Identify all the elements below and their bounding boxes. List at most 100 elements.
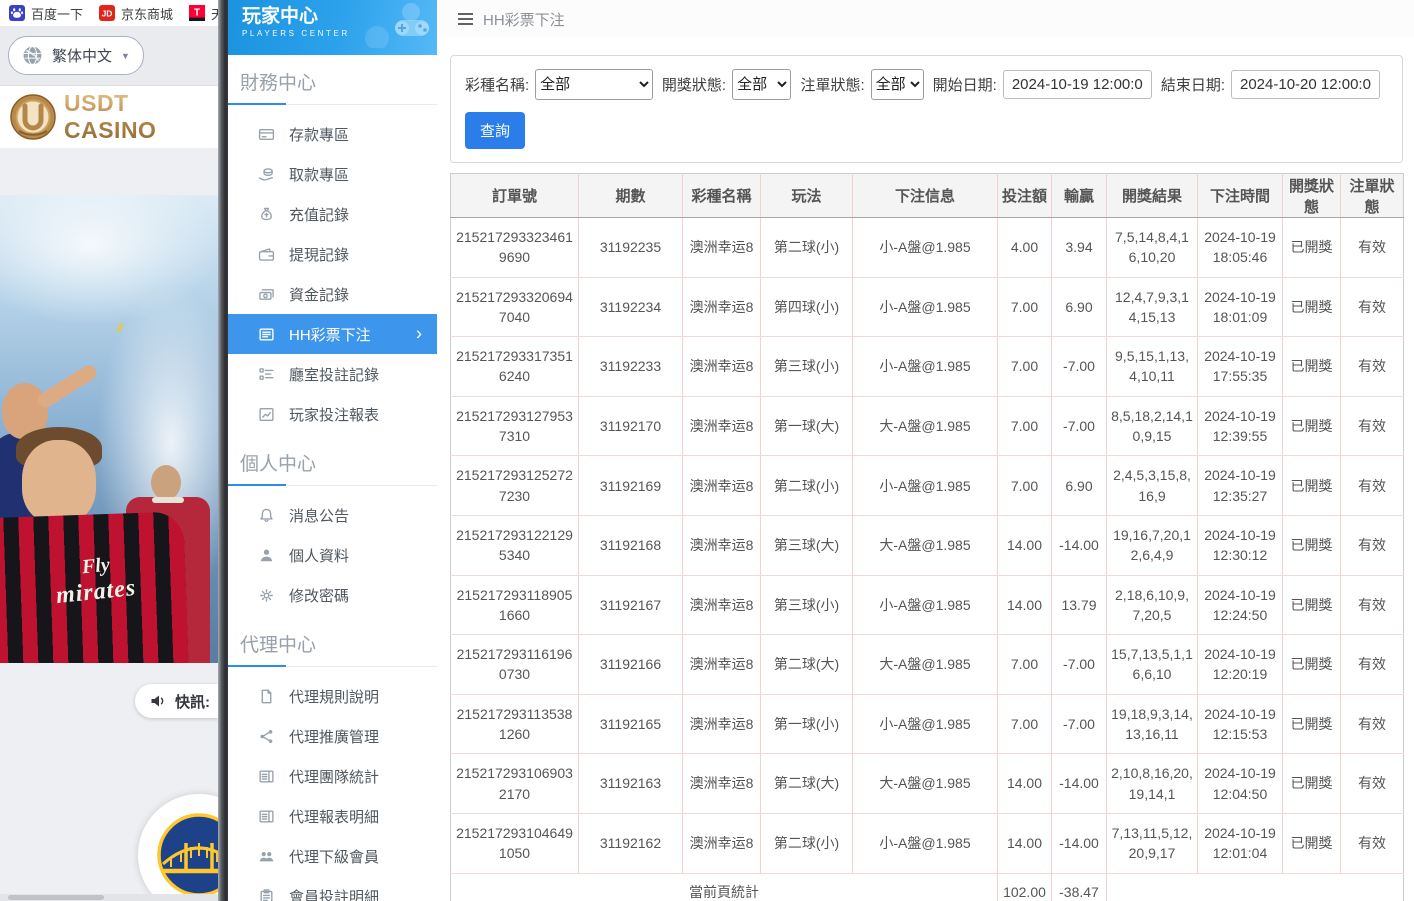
- play-type-cell: 第三球(小): [761, 337, 853, 397]
- win-loss-cell: 6.90: [1052, 277, 1107, 337]
- svg-text:T: T: [194, 8, 200, 19]
- play-type-cell: 第二球(大): [761, 635, 853, 695]
- sidebar-item[interactable]: 代理下級會員: [228, 836, 437, 876]
- sidebar-item[interactable]: 代理規則說明: [228, 676, 437, 716]
- bet-time-cell: 2024-10-19 12:24:50: [1198, 575, 1283, 635]
- bet-info-cell: 小-A盤@1.985: [853, 337, 998, 397]
- filter-select-order-status[interactable]: 全部: [871, 69, 924, 100]
- bet-time-cell: 2024-10-19 12:35:27: [1198, 456, 1283, 516]
- table-row: 215217293323461969031192235澳洲幸运8第二球(小)小-…: [451, 218, 1404, 278]
- win-loss-cell: -7.00: [1052, 396, 1107, 456]
- draw-result-cell: 2,18,6,10,9,7,20,5: [1107, 575, 1198, 635]
- main-content: HH彩票下注 彩種名稱:全部開獎狀態:全部注單狀態:全部開始日期:結束日期: 查…: [437, 0, 1414, 901]
- caret-down-icon: ▼: [121, 51, 130, 61]
- draw-result-cell: 19,16,7,20,12,6,4,9: [1107, 515, 1198, 575]
- lottery-name-cell: 澳洲幸运8: [683, 635, 761, 695]
- draw-status-cell: 已開獎: [1283, 337, 1341, 397]
- bookmark-item[interactable]: T 天猫: [189, 4, 218, 23]
- sidebar-item[interactable]: 消息公告: [228, 495, 437, 535]
- draw-result-cell: 19,18,9,3,14,13,16,11: [1107, 694, 1198, 754]
- draw-result-cell: 8,5,18,2,14,10,9,15: [1107, 396, 1198, 456]
- play-type-cell: 第三球(小): [761, 575, 853, 635]
- bookmark-item[interactable]: JD京东商城: [99, 4, 173, 23]
- filter-input-start-date[interactable]: [1003, 70, 1152, 99]
- sidebar-item[interactable]: 存款專區: [228, 114, 437, 154]
- sidebar-item[interactable]: 代理團隊統計: [228, 756, 437, 796]
- play-type-cell: 第二球(小): [761, 218, 853, 278]
- bet-time-cell: 2024-10-19 12:15:53: [1198, 694, 1283, 754]
- bank-card-icon: [258, 126, 275, 143]
- sidebar-item[interactable]: 提現記錄: [228, 234, 437, 274]
- sidebar-item[interactable]: 會員投註明細: [228, 876, 437, 901]
- filter-input-end-date[interactable]: [1231, 70, 1380, 99]
- bet-amount-cell: 14.00: [998, 754, 1052, 814]
- scrollbar-thumb[interactable]: [8, 895, 104, 900]
- order-number-cell: 2152172933206947040: [451, 277, 579, 337]
- play-type-cell: 第四球(小): [761, 277, 853, 337]
- team-badge[interactable]: [138, 794, 218, 901]
- bookmark-item[interactable]: 百度一下: [9, 4, 83, 23]
- sidebar-item[interactable]: 修改密碼: [228, 575, 437, 615]
- sidebar-item-label: 代理團隊統計: [289, 766, 379, 787]
- order-status-cell: 有效: [1341, 635, 1404, 695]
- news-ticker[interactable]: 快訊:: [135, 684, 218, 718]
- wallet-icon: [258, 246, 275, 263]
- sidebar-item[interactable]: 個人資料: [228, 535, 437, 575]
- period-cell: 31192233: [579, 337, 683, 397]
- jd-icon: JD: [99, 5, 115, 21]
- sidebar-item[interactable]: 充值記錄: [228, 194, 437, 234]
- column-header: 下注信息: [853, 174, 998, 218]
- summary-bet-total: 102.00: [998, 873, 1052, 901]
- period-cell: 31192234: [579, 277, 683, 337]
- order-status-cell: 有效: [1341, 813, 1404, 873]
- speaker-icon: [150, 693, 167, 709]
- column-header: 開獎結果: [1107, 174, 1198, 218]
- casino-logo: USDT CASINO: [0, 86, 218, 148]
- section-title: 財務中心: [228, 55, 437, 105]
- sidebar-item[interactable]: 代理報表明細: [228, 796, 437, 836]
- column-header: 訂單號: [451, 174, 579, 218]
- svg-text:JD: JD: [102, 9, 113, 19]
- sidebar-item-label: 代理下級會員: [289, 846, 379, 867]
- filter-select-lottery-name[interactable]: 全部: [535, 69, 653, 100]
- bet-info-cell: 小-A盤@1.985: [853, 575, 998, 635]
- draw-status-cell: 已開獎: [1283, 396, 1341, 456]
- ticket-list-icon: [258, 326, 275, 343]
- lottery-name-cell: 澳洲幸运8: [683, 337, 761, 397]
- filter-label-draw-status: 開獎狀態:: [662, 74, 726, 95]
- win-loss-cell: -14.00: [1052, 754, 1107, 814]
- filter-select-draw-status[interactable]: 全部: [732, 69, 791, 100]
- sidebar-item[interactable]: 取款專區: [228, 154, 437, 194]
- order-status-cell: 有效: [1341, 277, 1404, 337]
- language-band: 繁体中文 ▼: [0, 26, 218, 86]
- column-header: 下注時間: [1198, 174, 1283, 218]
- order-status-cell: 有效: [1341, 218, 1404, 278]
- search-button[interactable]: 查詢: [465, 112, 525, 149]
- baidu-paw-icon: [9, 5, 25, 21]
- hamburger-icon[interactable]: [458, 13, 473, 25]
- sidebar-item[interactable]: 代理推廣管理: [228, 716, 437, 756]
- sidebar-header: 玩家中心 PLAYERS CENTER: [228, 0, 437, 55]
- table-row: 215217293104649105031192162澳洲幸运8第二球(小)小-…: [451, 813, 1404, 873]
- logo-text: USDT CASINO: [64, 90, 218, 144]
- summary-label: 當前頁統計: [451, 873, 998, 901]
- bet-time-cell: 2024-10-19 12:20:19: [1198, 635, 1283, 695]
- share-icon: [258, 728, 275, 745]
- draw-status-cell: 已開獎: [1283, 218, 1341, 278]
- language-selector[interactable]: 繁体中文 ▼: [8, 36, 144, 75]
- bet-time-cell: 2024-10-19 12:39:55: [1198, 396, 1283, 456]
- sidebar-item[interactable]: 廳室投註記錄: [228, 354, 437, 394]
- lottery-name-cell: 澳洲幸运8: [683, 277, 761, 337]
- sidebar-item[interactable]: 資金記錄: [228, 274, 437, 314]
- bet-time-cell: 2024-10-19 12:04:50: [1198, 754, 1283, 814]
- horizontal-scrollbar[interactable]: [0, 894, 218, 901]
- order-number-cell: 2152172931135381260: [451, 694, 579, 754]
- bookmark-label: 天猫: [211, 4, 218, 23]
- sidebar-item-label: 會員投註明細: [289, 886, 379, 901]
- sidebar-item[interactable]: HH彩票下注›: [228, 314, 437, 354]
- list-check-icon: [258, 366, 275, 383]
- soccer-player-red-collar: [152, 497, 184, 503]
- bet-time-cell: 2024-10-19 18:01:09: [1198, 277, 1283, 337]
- sidebar-item[interactable]: 玩家投注報表: [228, 394, 437, 434]
- order-number-cell: 2152172931189051660: [451, 575, 579, 635]
